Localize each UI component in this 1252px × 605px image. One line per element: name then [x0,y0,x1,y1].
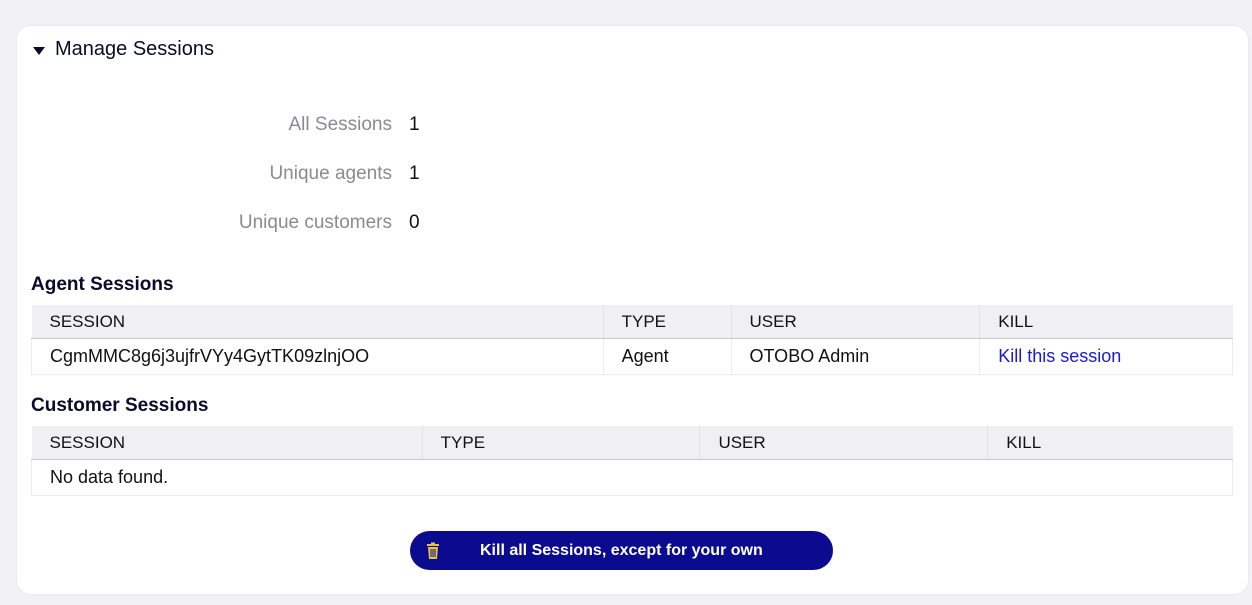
customer-sessions-table: SESSION TYPE USER KILL No data found. [31,426,1233,496]
session-user-cell: OTOBO Admin [731,338,981,375]
stat-all-sessions: All Sessions 1 [17,114,437,163]
widget-title: Manage Sessions [55,38,214,60]
table-row: CgmMMC8g6j3ujfrVYy4GytTK09zlnjOO Agent O… [31,338,1233,375]
kill-all-sessions-label: Kill all Sessions, except for your own [480,541,763,559]
caret-down-icon [33,46,45,55]
column-header-type[interactable]: TYPE [603,305,732,339]
stat-value: 0 [409,212,420,233]
stat-label: All Sessions [288,114,393,135]
session-stats: All Sessions 1 Unique agents 1 Unique cu… [17,114,437,261]
stat-value: 1 [409,114,420,135]
stat-unique-agents: Unique agents 1 [17,163,437,212]
column-header-user[interactable]: USER [731,305,981,339]
agent-sessions-title: Agent Sessions [31,274,174,295]
manage-sessions-panel: Manage Sessions All Sessions 1 Unique ag… [17,26,1248,594]
table-row: No data found. [31,459,1233,496]
kill-cell: Kill this session [979,338,1233,375]
kill-session-link[interactable]: Kill this session [998,346,1121,366]
column-header-type[interactable]: TYPE [422,426,701,460]
stat-label: Unique customers [238,212,392,233]
session-type-cell: Agent [603,338,732,375]
stat-label: Unique agents [269,163,392,184]
table-header-row: SESSION TYPE USER KILL [31,426,1233,460]
stat-unique-customers: Unique customers 0 [17,212,437,261]
kill-all-sessions-button[interactable]: Kill all Sessions, except for your own [410,531,833,570]
empty-message: No data found. [31,459,1233,496]
stat-value: 1 [409,163,420,184]
column-header-user[interactable]: USER [699,426,989,460]
column-header-kill[interactable]: KILL [987,426,1233,460]
session-id-cell: CgmMMC8g6j3ujfrVYy4GytTK09zlnjOO [31,338,604,375]
trash-icon [425,541,441,561]
customer-sessions-title: Customer Sessions [31,395,209,416]
widget-header-toggle[interactable]: Manage Sessions [33,38,214,61]
agent-sessions-table: SESSION TYPE USER KILL CgmMMC8g6j3ujfrVY… [31,305,1233,375]
column-header-session[interactable]: SESSION [31,305,604,339]
column-header-session[interactable]: SESSION [31,426,423,460]
column-header-kill[interactable]: KILL [979,305,1233,339]
table-header-row: SESSION TYPE USER KILL [31,305,1233,339]
